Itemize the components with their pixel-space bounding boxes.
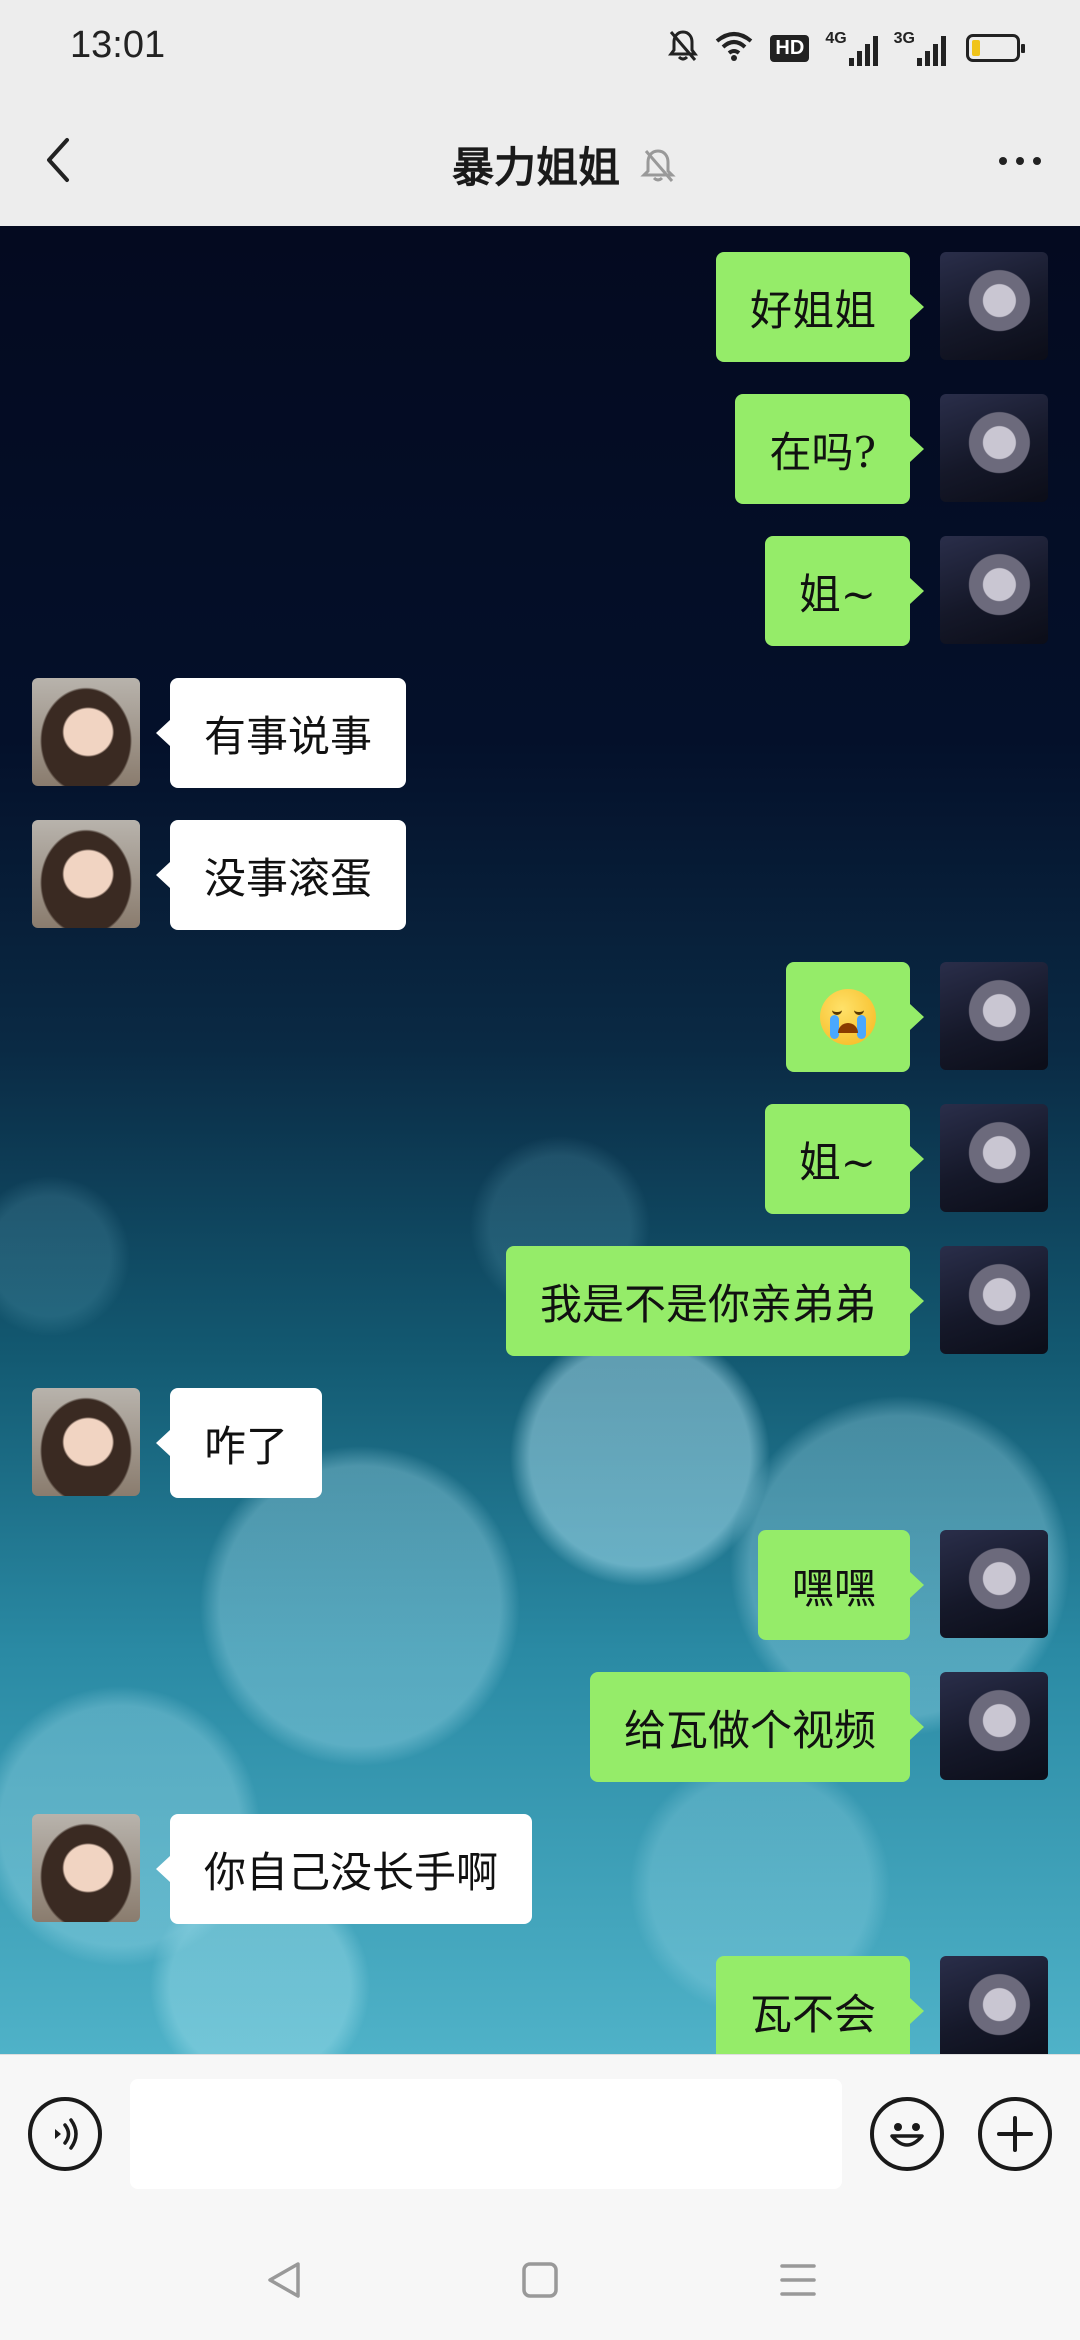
message-bubble[interactable]: 有事说事: [155, 678, 407, 788]
my-avatar[interactable]: [940, 962, 1048, 1070]
nav-menu-icon: [780, 2264, 816, 2296]
my-avatar[interactable]: [940, 1530, 1048, 1638]
crying-face-emoji: [820, 989, 876, 1045]
more-dot-icon: [1016, 157, 1024, 165]
contact-avatar[interactable]: [32, 820, 140, 928]
message-bubble[interactable]: 没事滚蛋: [155, 820, 407, 930]
message-row-incoming: 没事滚蛋: [0, 820, 1080, 930]
my-avatar[interactable]: [940, 1104, 1048, 1212]
message-bubble[interactable]: 姐~: [764, 536, 925, 646]
plus-icon: [997, 2116, 1033, 2152]
emoji-icon: [890, 2123, 924, 2147]
message-row-outgoing: 好姐姐: [0, 252, 1080, 362]
signal-4g-icon: 4G: [825, 30, 878, 66]
message-row-outgoing: 姐~: [0, 1104, 1080, 1214]
message-bubble[interactable]: 在吗?: [735, 394, 924, 504]
message-row-outgoing: 瓦不会: [0, 1956, 1080, 2054]
bell-off-icon: [640, 148, 676, 182]
my-avatar[interactable]: [940, 252, 1048, 360]
message-bubble[interactable]: 嘿嘿: [757, 1530, 925, 1640]
chat-header: 暴力姐姐: [0, 96, 1080, 226]
battery-level: [972, 40, 980, 56]
status-bar: 13:01 HD 4G 3G: [0, 0, 1080, 96]
message-bubble[interactable]: [786, 962, 924, 1072]
message-row-incoming: 有事说事: [0, 678, 1080, 788]
message-bubble[interactable]: 咋了: [155, 1388, 323, 1498]
chat-title: 暴力姐姐: [451, 143, 620, 192]
voice-button[interactable]: [28, 2097, 102, 2171]
message-row-outgoing: 姐~: [0, 536, 1080, 646]
message-row-incoming: 你自己没长手啊: [0, 1814, 1080, 1924]
system-nav-bar: [0, 2214, 1080, 2340]
status-icons: HD 4G 3G: [668, 28, 1025, 68]
message-row-outgoing: 嘿嘿: [0, 1530, 1080, 1640]
message-bubble[interactable]: 瓦不会: [715, 1956, 925, 2054]
message-row-outgoing: 给瓦做个视频: [0, 1672, 1080, 1782]
contact-avatar[interactable]: [32, 1388, 140, 1496]
message-row-incoming: 咋了: [0, 1388, 1080, 1498]
emoji-button[interactable]: [870, 2097, 944, 2171]
message-bubble[interactable]: 姐~: [764, 1104, 925, 1214]
my-avatar[interactable]: [940, 394, 1048, 502]
voice-icon: [55, 2118, 78, 2150]
message-bubble[interactable]: 你自己没长手啊: [155, 1814, 533, 1924]
message-bubble[interactable]: 我是不是你亲弟弟: [505, 1246, 925, 1356]
message-row-outgoing: 我是不是你亲弟弟: [0, 1246, 1080, 1356]
chat-area[interactable]: 好姐姐 在吗? 姐~ 有事说事 没事滚蛋 姐~ 我是不是你亲弟弟 咋了 嘿嘿 给…: [0, 226, 1080, 2054]
battery-icon: [966, 34, 1025, 62]
wifi-icon: [714, 30, 754, 66]
more-dot-icon: [999, 157, 1007, 165]
my-avatar[interactable]: [940, 1956, 1048, 2054]
signal-3g-icon: 3G: [894, 30, 946, 66]
my-avatar[interactable]: [940, 1246, 1048, 1354]
message-bubble[interactable]: 好姐姐: [715, 252, 925, 362]
hd-badge: HD: [770, 34, 810, 62]
more-options-button[interactable]: [988, 136, 1052, 186]
nav-menu-button[interactable]: [768, 2250, 828, 2310]
title-group: 暴力姐姐: [0, 134, 1080, 195]
contact-avatar[interactable]: [32, 1814, 140, 1922]
nav-home-icon: [522, 2262, 558, 2298]
nav-back-button[interactable]: [254, 2250, 314, 2310]
input-bar: [0, 2054, 1080, 2214]
bell-off-status-icon: [668, 29, 699, 67]
message-input[interactable]: [130, 2079, 842, 2189]
plus-button[interactable]: [978, 2097, 1052, 2171]
more-dot-icon: [1033, 157, 1041, 165]
message-bubble[interactable]: 给瓦做个视频: [589, 1672, 925, 1782]
nav-home-button[interactable]: [510, 2250, 570, 2310]
my-avatar[interactable]: [940, 536, 1048, 644]
my-avatar[interactable]: [940, 1672, 1048, 1780]
status-time: 13:01: [70, 24, 166, 66]
nav-back-icon: [268, 2262, 300, 2298]
message-row-outgoing: [0, 962, 1080, 1072]
message-row-outgoing: 在吗?: [0, 394, 1080, 504]
contact-avatar[interactable]: [32, 678, 140, 786]
